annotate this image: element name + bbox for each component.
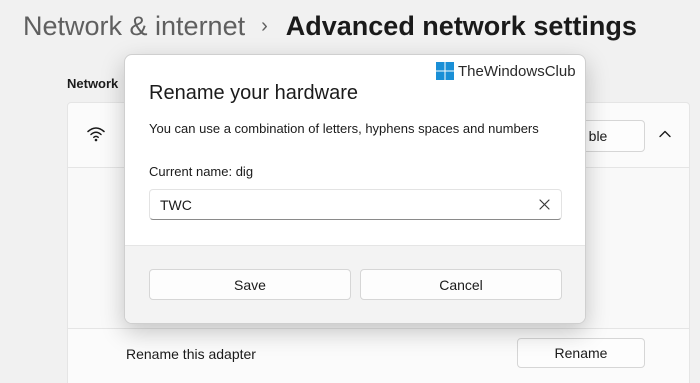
current-name-label: Current name: dig [149,164,254,179]
rename-button-label: Rename [554,345,608,361]
breadcrumb-network-internet[interactable]: Network & internet [23,8,245,44]
dialog-description: You can use a combination of letters, hy… [149,121,539,136]
close-icon[interactable] [539,199,550,210]
page-title: Advanced network settings [285,11,637,41]
rename-dialog: Rename your hardware You can use a combi… [124,54,586,324]
breadcrumb-chevron-icon: › [261,15,268,37]
cancel-button[interactable]: Cancel [360,269,562,300]
save-button[interactable]: Save [149,269,351,300]
disable-button-label: ble [588,128,608,144]
dialog-title: Rename your hardware [149,82,358,104]
name-input[interactable] [160,196,520,214]
chevron-up-icon[interactable] [657,126,673,142]
breadcrumb: Network & internet › Advanced network se… [23,8,637,44]
watermark-text: TheWindowsClub [458,62,576,80]
save-button-label: Save [234,276,266,293]
cancel-button-label: Cancel [439,276,483,293]
name-field[interactable] [149,189,562,220]
windows-logo-icon [436,62,454,80]
watermark: TheWindowsClub [436,62,576,80]
wifi-icon [87,127,105,142]
section-label-network: Network [67,76,119,91]
rename-button[interactable]: Rename [517,338,645,368]
rename-adapter-label: Rename this adapter [126,346,256,362]
